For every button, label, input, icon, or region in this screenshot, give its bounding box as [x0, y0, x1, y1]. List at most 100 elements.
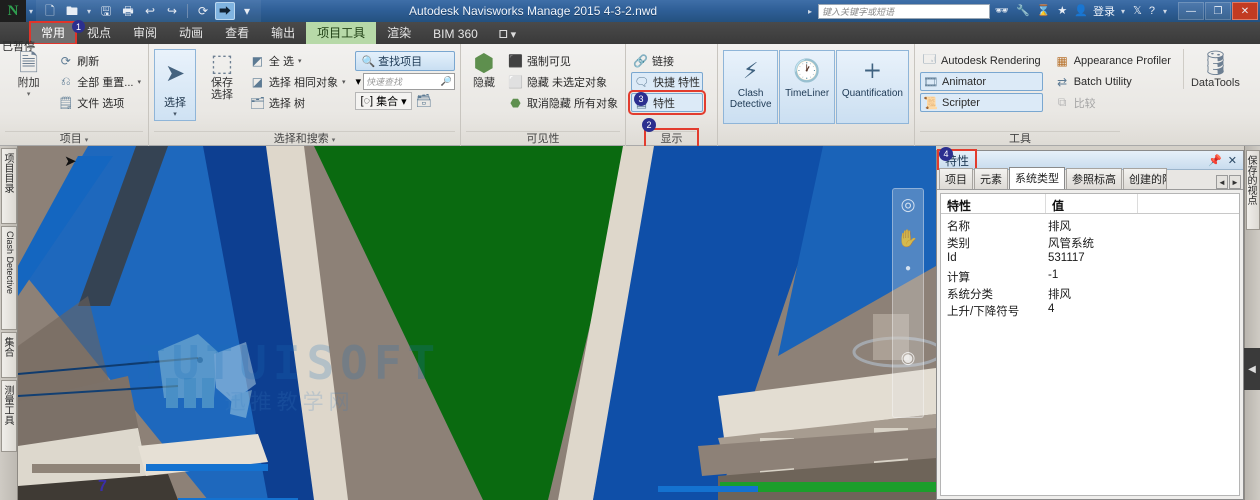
animator-button[interactable]: 🎞 Animator	[920, 72, 1043, 91]
qat-dropdown-icon[interactable]: ▾	[237, 2, 257, 20]
file-options-button[interactable]: 🗒 文件 选项	[56, 93, 143, 112]
attach-dropdown-icon[interactable]: ▾	[27, 89, 31, 101]
datatools-button[interactable]: 🛢 DataTools	[1182, 49, 1243, 89]
hide-button[interactable]: ⬢ 隐藏	[466, 49, 502, 90]
quick-properties-button[interactable]: 🗨 快捷 特性	[631, 72, 704, 91]
tab-xiangmu[interactable]: 项目	[939, 168, 973, 189]
new-file-icon[interactable]: 🗋	[40, 2, 60, 20]
tab-xuanran[interactable]: 渲染	[376, 22, 422, 44]
links-button[interactable]: 🔗 链接	[631, 51, 703, 70]
tab-shuchu[interactable]: 输出	[260, 22, 306, 44]
reset-all-button[interactable]: ⎌ 全部 重置... ▾	[56, 72, 143, 91]
chevron-down-icon[interactable]: ▾	[401, 95, 407, 108]
login-dropdown-icon[interactable]: ▾	[1118, 7, 1128, 16]
save-icon[interactable]: 🖫	[96, 2, 116, 20]
tab-chakan[interactable]: 查看	[214, 22, 260, 44]
exchange-icon[interactable]: ⌛	[1035, 5, 1053, 17]
tab-chuangjiandejieduan[interactable]: 创建的阶	[1123, 168, 1167, 189]
require-visible-button[interactable]: ⬛ 强制可见	[506, 51, 620, 70]
appearance-profiler-button[interactable]: ▦ Appearance Profiler	[1053, 51, 1173, 70]
magnifier-icon[interactable]: 🔎	[441, 76, 452, 87]
user-icon[interactable]: 👤	[1072, 5, 1090, 17]
infocenter-expand-icon[interactable]: ▸	[805, 7, 815, 16]
panel-title-project[interactable]: 项目 ▾	[5, 131, 143, 146]
sidebar-item-sets[interactable]: 集合	[1, 332, 17, 378]
redo-icon[interactable]: ↪	[162, 2, 182, 20]
refresh-icon[interactable]: ⟳	[193, 2, 213, 20]
table-row[interactable]: 计算 -1	[941, 268, 1239, 285]
column-header-extra[interactable]	[1138, 194, 1239, 213]
attach-button[interactable]: 🗎 附加 ▾	[5, 49, 52, 101]
zoom-dot-icon[interactable]: ●	[905, 263, 911, 274]
star-icon[interactable]: ★	[1055, 5, 1069, 17]
table-row[interactable]: 类别 风管系统	[941, 234, 1239, 251]
table-row[interactable]: 系统分类 排风	[941, 285, 1239, 302]
properties-grid[interactable]: 特性 值 名称 排风 类别 风管系统 Id 531117 计算 -1 系统分类 …	[940, 193, 1240, 496]
login-button[interactable]: 登录	[1093, 3, 1115, 19]
unhide-all-button[interactable]: ⬣ 取消隐藏 所有对象	[506, 93, 620, 112]
select-cursor-icon[interactable]: ⮕	[215, 2, 235, 20]
tab-yuansu[interactable]: 元素	[974, 168, 1008, 189]
close-button[interactable]: ✕	[1232, 2, 1258, 20]
collapse-panel-button[interactable]: ◀	[1244, 348, 1260, 390]
sidebar-item-clash-detective[interactable]: Clash Detective	[1, 226, 17, 330]
chevron-down-icon[interactable]: ▾	[137, 78, 141, 86]
tab-scroll-right-icon[interactable]: ►	[1229, 175, 1241, 189]
save-selection-button[interactable]: ⬚ 保存 选择	[200, 49, 244, 102]
tab-xiangmugongju[interactable]: 项目工具	[306, 22, 377, 44]
pan-hand-icon[interactable]: ✋	[897, 229, 918, 249]
chevron-down-icon[interactable]: ▾	[332, 137, 336, 144]
chevron-down-icon[interactable]: ▾	[355, 75, 361, 88]
binoculars-icon[interactable]: 🕶	[993, 5, 1011, 17]
x-icon[interactable]: 𝕏	[1131, 5, 1144, 17]
chevron-down-icon[interactable]: ▾	[342, 78, 346, 86]
tab-xitongleixing[interactable]: 系统类型	[1009, 167, 1065, 189]
scripter-button[interactable]: 📜 Scripter	[920, 93, 1043, 112]
select-all-button[interactable]: ◩ 全 选 ▾	[248, 51, 348, 70]
sidebar-item-measure-tools[interactable]: 测量工具	[1, 380, 17, 452]
batch-utility-button[interactable]: ⇄ Batch Utility	[1053, 72, 1173, 91]
panel-title-select-search[interactable]: 选择和搜索 ▾	[154, 131, 455, 146]
tab-canzhaobiaogao[interactable]: 参照标高	[1066, 168, 1122, 189]
tab-shenyue[interactable]: 审阅	[122, 22, 168, 44]
help-icon[interactable]: ?	[1147, 5, 1157, 17]
quantification-button[interactable]: 🞣 Quantification	[835, 50, 910, 124]
3d-viewport[interactable]: TUTUISOFT 迅推教学网 ◎ ✋ ● ◉ ➤	[18, 146, 936, 500]
chevron-down-icon[interactable]: ▾	[85, 137, 89, 144]
chevron-down-icon[interactable]: ▾	[298, 57, 302, 65]
tab-changyong[interactable]: 常用 1	[28, 20, 86, 45]
autodesk-rendering-button[interactable]: 🗔 Autodesk Rendering	[920, 51, 1043, 70]
undo-icon[interactable]: ↩	[140, 2, 160, 20]
sidebar-item-saved-viewpoints[interactable]: 保存的视点	[1246, 150, 1260, 230]
steering-wheel-icon[interactable]: ◎	[901, 195, 916, 215]
select-same-button[interactable]: ◪ 选择 相同对象 ▾	[248, 72, 348, 91]
table-row[interactable]: 名称 排风	[941, 217, 1239, 234]
print-icon[interactable]: 🖶	[118, 2, 138, 20]
table-row[interactable]: Id 531117	[941, 251, 1239, 268]
sets-button[interactable]: [◌] 集合 ▾	[355, 92, 412, 110]
open-dropdown-icon[interactable]: ▾	[84, 7, 94, 16]
timeliner-button[interactable]: 🕐 TimeLiner	[779, 50, 835, 124]
infocenter-search-input[interactable]: 键入关键字或短语	[818, 3, 991, 19]
maximize-button[interactable]: ❐	[1205, 2, 1231, 20]
column-header-value[interactable]: 值	[1046, 194, 1138, 213]
sidebar-item-project-catalog[interactable]: 项目目录	[1, 148, 17, 224]
clash-detective-button[interactable]: ⚡ Clash Detective	[723, 50, 779, 124]
minimize-button[interactable]: —	[1178, 2, 1204, 20]
app-logo-icon[interactable]: N	[0, 0, 26, 22]
tab-bim360[interactable]: BIM 360	[422, 25, 489, 44]
sets-manage-icon[interactable]: 🗃	[416, 93, 433, 109]
open-file-icon[interactable]: 🖿	[62, 2, 82, 20]
auto-hide-pin-icon[interactable]: 📌	[1205, 154, 1225, 167]
select-button[interactable]: ➤ 选择 ▾	[154, 49, 197, 121]
navigation-bar[interactable]: ◎ ✋ ● ◉	[892, 188, 924, 418]
select-dropdown-icon[interactable]: ▾	[173, 110, 177, 118]
find-items-button[interactable]: 🔍 查找项目	[355, 51, 455, 71]
app-menu-dropdown-icon[interactable]: ▾	[26, 7, 36, 16]
tab-scroll-left-icon[interactable]: ◄	[1216, 175, 1228, 189]
table-row[interactable]: 上升/下降符号 4	[941, 302, 1239, 319]
wrench-icon[interactable]: 🔧	[1014, 5, 1032, 17]
viewpoint-camera-icon[interactable]: 🞑 ▾	[489, 26, 526, 44]
refresh-button[interactable]: ⟳ 刷新	[56, 51, 143, 70]
tab-donghua[interactable]: 动画	[168, 22, 214, 44]
